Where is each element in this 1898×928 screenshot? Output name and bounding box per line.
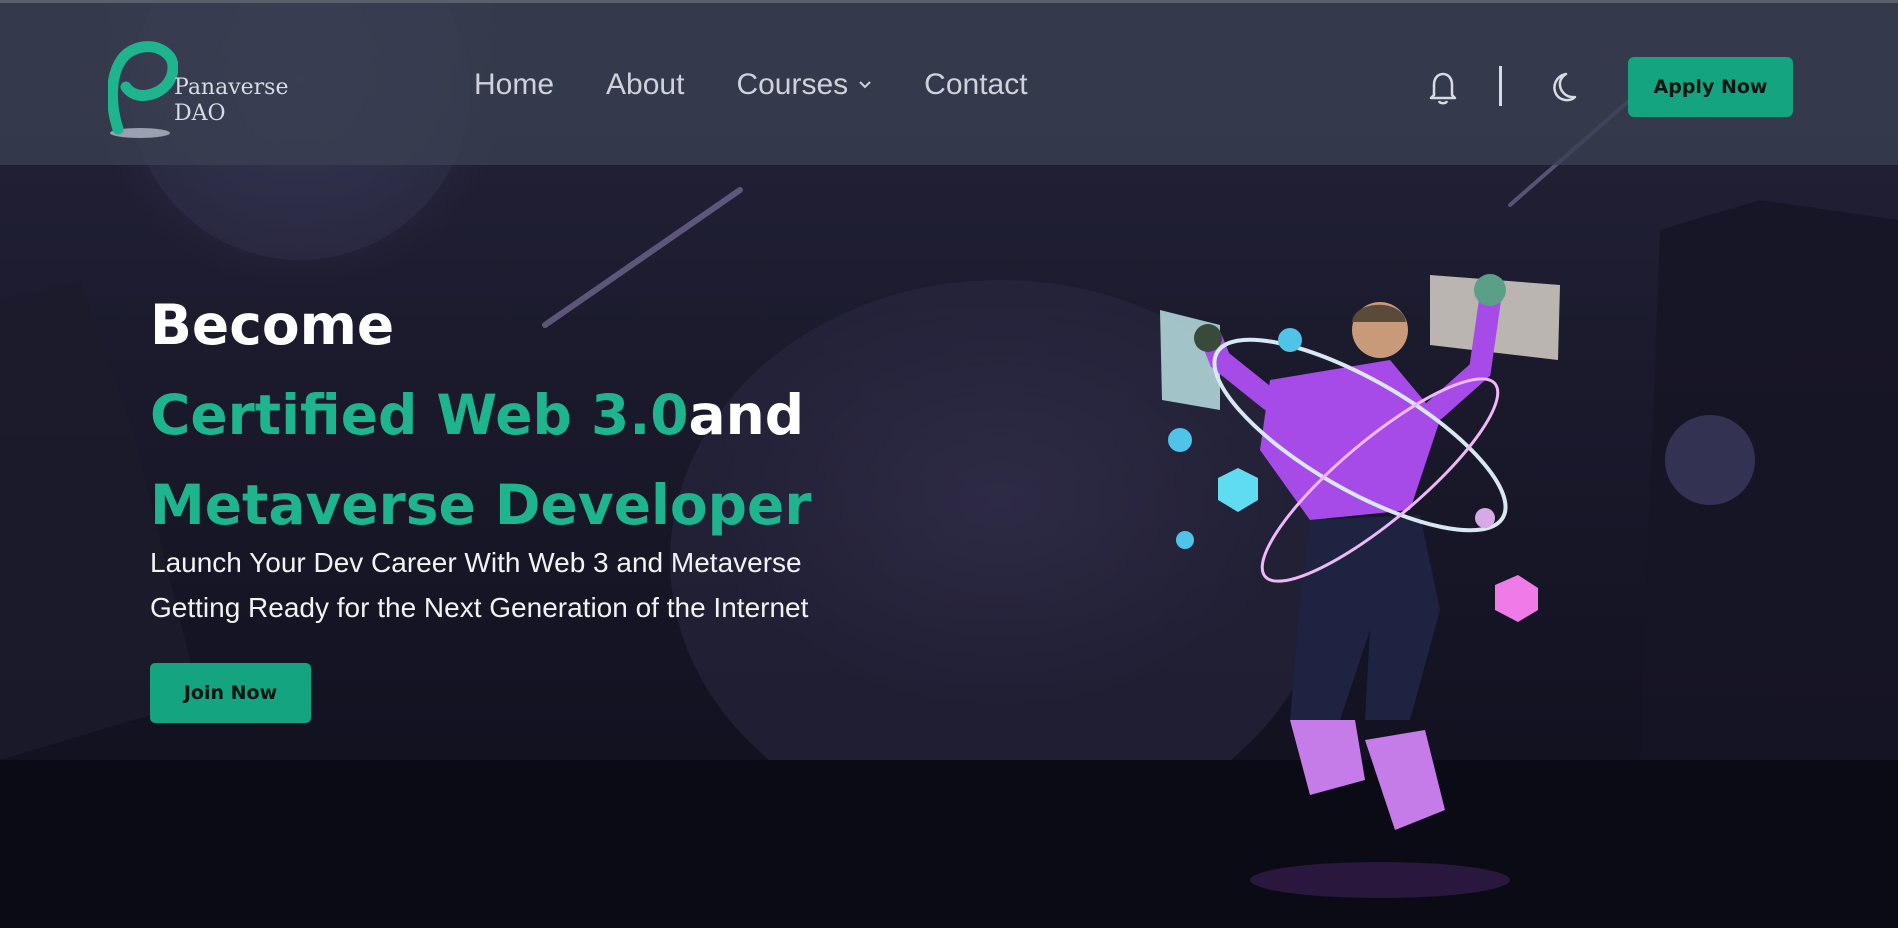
headline-line3: Metaverse Developer	[150, 473, 812, 537]
nav-home[interactable]: Home	[474, 68, 554, 102]
brand-name: Panaverse DAO	[174, 75, 289, 127]
hero-headline: Become Certified Web 3.0and Metaverse De…	[150, 280, 811, 550]
brand-name-line2: DAO	[174, 101, 226, 126]
bell-icon[interactable]	[1426, 69, 1460, 105]
headline-line2: Certified Web 3.0and	[150, 370, 811, 460]
hero-subtitle: Launch Your Dev Career With Web 3 and Me…	[150, 540, 808, 630]
metaverse-character-illustration	[1160, 274, 1560, 898]
hero-subtitle-line1: Launch Your Dev Career With Web 3 and Me…	[150, 547, 802, 578]
nav-links: Home About Courses Contact	[474, 68, 1080, 102]
headline-line1: Become	[150, 293, 395, 357]
nav-courses[interactable]: Courses	[736, 68, 872, 102]
nav-courses-label: Courses	[736, 68, 849, 101]
apply-now-button[interactable]: Apply Now	[1628, 57, 1793, 117]
chevron-down-icon	[859, 81, 871, 89]
nav-contact[interactable]: Contact	[924, 68, 1027, 102]
brand-name-line1: Panaverse	[174, 75, 289, 100]
moon-icon[interactable]	[1544, 70, 1578, 104]
hero-subtitle-line2: Getting Ready for the Next Generation of…	[150, 592, 809, 623]
headline-line2-teal: Certified Web 3.0	[150, 383, 689, 447]
join-now-button[interactable]: Join Now	[150, 663, 311, 723]
top-navbar: Panaverse DAO Home About Courses Contact…	[0, 0, 1898, 165]
headline-line2-white: and	[688, 383, 805, 447]
panaverse-logo-icon	[108, 41, 178, 138]
nav-divider	[1499, 66, 1502, 106]
brand-logo[interactable]: Panaverse DAO	[108, 35, 308, 145]
nav-about[interactable]: About	[606, 68, 684, 102]
